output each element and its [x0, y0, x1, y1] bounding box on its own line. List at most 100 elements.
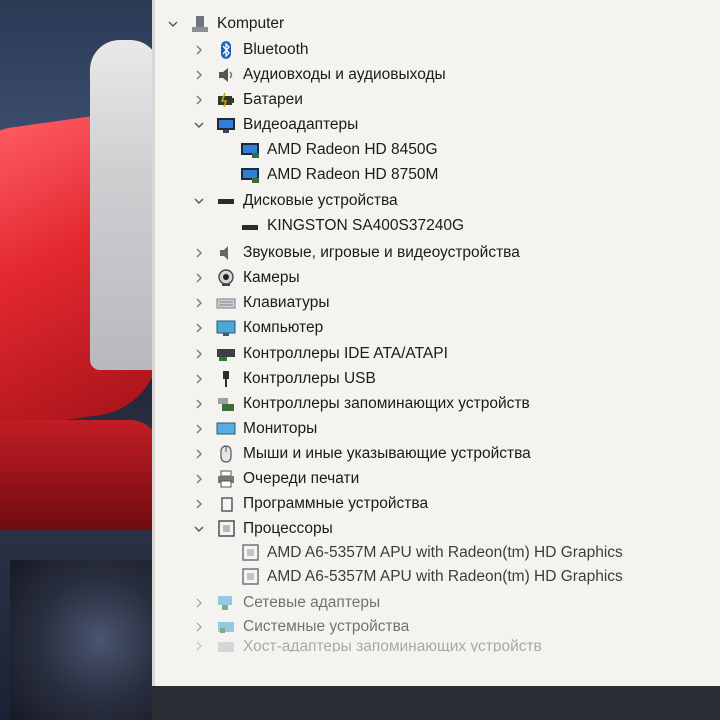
tree-node-label: Системные устройства	[243, 618, 410, 635]
camera-icon	[215, 269, 237, 287]
processor-icon	[239, 568, 261, 586]
tree-node-label: Процессоры	[243, 520, 333, 537]
tree-node-batteries[interactable]: Батареи	[191, 88, 303, 112]
tree-root-label: Komputer	[217, 15, 285, 32]
tree-leaf-label: AMD A6-5357M APU with Radeon(tm) HD Grap…	[267, 544, 623, 561]
chevron-right-icon[interactable]	[191, 270, 207, 286]
tree-node-display-adapters[interactable]: Видеоадаптеры	[191, 113, 358, 137]
speaker-icon	[215, 66, 237, 84]
tree-node-bluetooth[interactable]: Bluetooth	[191, 38, 309, 62]
chevron-right-icon[interactable]	[191, 446, 207, 462]
tree-node-keyboards[interactable]: Клавиатуры	[191, 291, 329, 315]
window-bottom-edge	[152, 686, 720, 720]
tree-node-system-devices[interactable]: Системные устройства	[191, 615, 409, 639]
chevron-right-icon[interactable]	[191, 619, 207, 635]
tree-node-print-queues[interactable]: Очереди печати	[191, 467, 359, 491]
tree-node-label: Камеры	[243, 269, 300, 286]
tree-root[interactable]: Komputer	[165, 12, 284, 36]
chevron-down-icon[interactable]	[191, 117, 207, 133]
tree-node-label: Батареи	[243, 91, 303, 108]
wallpaper-astronaut	[90, 40, 160, 370]
printer-icon	[215, 470, 237, 488]
wallpaper-wheel	[10, 560, 160, 720]
tree-leaf-label: AMD Radeon HD 8450G	[267, 141, 438, 158]
usb-icon	[215, 370, 237, 388]
tree-node-label: Очереди печати	[243, 470, 360, 487]
tree-node-label: Контроллеры USB	[243, 370, 376, 387]
chevron-right-icon[interactable]	[191, 295, 207, 311]
tree-node-software-devices[interactable]: Программные устройства	[191, 492, 428, 516]
tree-node-computer[interactable]: Компьютер	[191, 316, 323, 340]
tree-node-monitors[interactable]: Мониторы	[191, 417, 317, 441]
keyboard-icon	[215, 294, 237, 312]
tree-node-label: Компьютер	[243, 319, 324, 336]
monitor-icon	[215, 420, 237, 438]
chevron-right-icon[interactable]	[191, 67, 207, 83]
processor-icon	[239, 544, 261, 562]
chevron-down-icon[interactable]	[191, 193, 207, 209]
tree-node-usb[interactable]: Контроллеры USB	[191, 367, 376, 391]
chevron-right-icon[interactable]	[191, 320, 207, 336]
tree-node-network-adapters[interactable]: Сетевые адаптеры	[191, 591, 380, 615]
tree-node-label: Сетевые адаптеры	[243, 594, 381, 611]
desktop-wallpaper	[0, 0, 160, 720]
software-device-icon	[215, 495, 237, 513]
tree-node-label: Bluetooth	[243, 41, 309, 58]
chevron-right-icon[interactable]	[191, 496, 207, 512]
storage-controller-icon	[215, 395, 237, 413]
tree-leaf-gpu-2[interactable]: AMD Radeon HD 8750M	[239, 163, 438, 187]
tree-leaf-label: AMD Radeon HD 8750M	[267, 166, 439, 183]
chevron-right-icon[interactable]	[191, 471, 207, 487]
processor-icon	[215, 520, 237, 538]
tree-node-cameras[interactable]: Камеры	[191, 266, 300, 290]
sound-icon	[215, 244, 237, 262]
chevron-down-icon[interactable]	[165, 16, 181, 32]
display-adapter-icon	[239, 166, 261, 184]
tree-node-storage-controllers[interactable]: Контроллеры запоминающих устройств	[191, 392, 530, 416]
tree-leaf-label: KINGSTON SA400S37240G	[267, 217, 465, 234]
chevron-right-icon[interactable]	[191, 92, 207, 108]
battery-icon	[215, 91, 237, 109]
ide-controller-icon	[215, 345, 237, 363]
tree-node-label: Клавиатуры	[243, 294, 330, 311]
tree-leaf-gpu-1[interactable]: AMD Radeon HD 8450G	[239, 138, 438, 162]
wallpaper-car-lower	[0, 420, 160, 530]
tree-node-label: Аудиовходы и аудиовыходы	[243, 66, 446, 83]
tree-node-label: Контроллеры запоминающих устройств	[243, 395, 530, 412]
tree-leaf-disk-1[interactable]: KINGSTON SA400S37240G	[239, 214, 464, 238]
tree-node-disk-drives[interactable]: Дисковые устройства	[191, 189, 398, 213]
tree-node-label: Контроллеры IDE ATA/ATAPI	[243, 345, 448, 362]
tree-leaf-cpu-2[interactable]: AMD A6-5357M APU with Radeon(tm) HD Grap…	[239, 565, 623, 589]
tree-node-sound[interactable]: Звуковые, игровые и видеоустройства	[191, 241, 520, 265]
system-device-icon	[215, 618, 237, 636]
tree-node-label: Видеоадаптеры	[243, 116, 359, 133]
tree-node-processors[interactable]: Процессоры	[191, 517, 333, 541]
chevron-right-icon[interactable]	[191, 396, 207, 412]
chevron-right-icon[interactable]	[191, 346, 207, 362]
chevron-right-icon[interactable]	[191, 371, 207, 387]
tree-leaf-cpu-1[interactable]: AMD A6-5357M APU with Radeon(tm) HD Grap…	[239, 541, 623, 565]
chevron-right-icon[interactable]	[191, 595, 207, 611]
tree-node-audio-io[interactable]: Аудиовходы и аудиовыходы	[191, 63, 446, 87]
tree-node-label: Дисковые устройства	[243, 192, 398, 209]
network-adapter-icon	[215, 594, 237, 612]
tree-node-label: Хост-адаптеры запоминающих устройств	[243, 638, 542, 652]
mouse-icon	[215, 445, 237, 463]
tree-node-ide[interactable]: Контроллеры IDE ATA/ATAPI	[191, 342, 448, 366]
tree-node-label: Мониторы	[243, 420, 318, 437]
computer-icon	[189, 15, 211, 33]
tree-node-storage-host-adapters[interactable]: Хост-адаптеры запоминающих устройств	[191, 638, 542, 652]
chevron-down-icon[interactable]	[191, 521, 207, 537]
tree-node-label: Программные устройства	[243, 495, 429, 512]
disk-drive-icon	[215, 192, 237, 210]
storage-host-icon	[215, 638, 237, 652]
chevron-right-icon[interactable]	[191, 42, 207, 58]
tree-node-mice[interactable]: Мыши и иные указывающие устройства	[191, 442, 531, 466]
bluetooth-icon	[215, 41, 237, 59]
chevron-right-icon[interactable]	[191, 421, 207, 437]
tree-node-label: Мыши и иные указывающие устройства	[243, 445, 531, 462]
chevron-right-icon[interactable]	[191, 245, 207, 261]
disk-drive-icon	[239, 217, 261, 235]
display-adapter-icon	[215, 116, 237, 134]
chevron-right-icon[interactable]	[191, 638, 207, 652]
